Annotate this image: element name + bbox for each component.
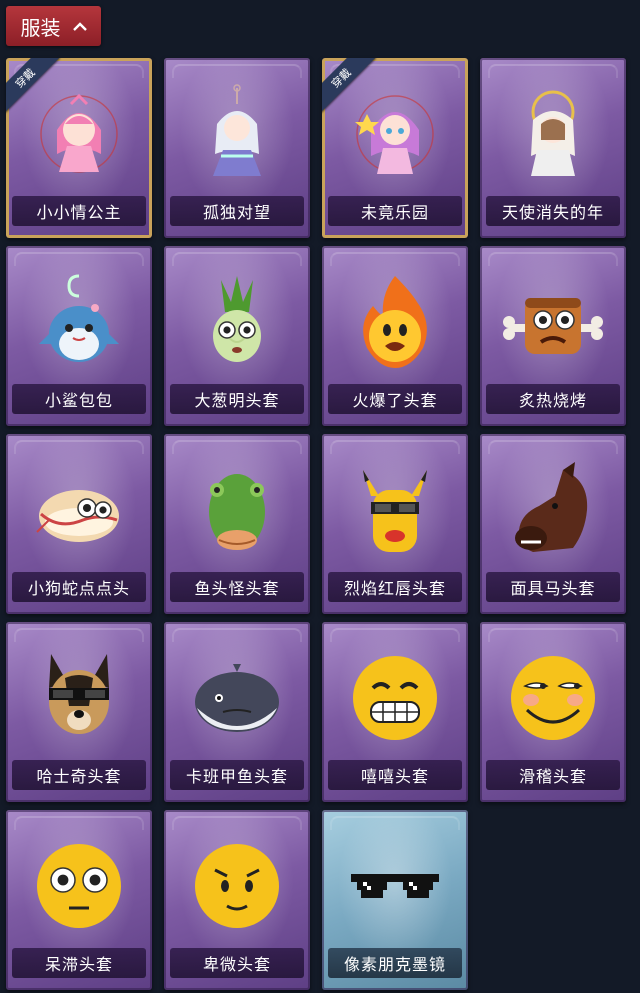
- outfit-item-name: 像素朋克墨镜: [328, 948, 462, 978]
- outfit-item-card[interactable]: 穿戴 未竟乐园: [322, 58, 468, 238]
- funny-emoji-icon: [480, 630, 626, 766]
- angel-veil-figure-icon: [480, 66, 626, 202]
- outfit-item-name: 孤独对望: [170, 196, 304, 226]
- outfit-item-name: 哈士奇头套: [12, 760, 146, 790]
- outfit-item-card[interactable]: 大葱明头套: [164, 246, 310, 426]
- outfit-item-card[interactable]: 嘻嘻头套: [322, 622, 468, 802]
- whale-head-icon: [164, 630, 310, 766]
- outfit-item-name: 小鲨包包: [12, 384, 146, 414]
- outfit-item-card[interactable]: 小鲨包包: [6, 246, 152, 426]
- item-grid: 穿戴 小小情公主 孤独对望 穿戴 未竟乐园 天使消失的年小鲨包包 大葱明头套 火爆了头套 炙热烧…: [6, 58, 626, 990]
- outfit-item-card[interactable]: 小狗蛇点点头: [6, 434, 152, 614]
- outfit-item-card[interactable]: 卡班甲鱼头套: [164, 622, 310, 802]
- outfit-item-card[interactable]: 呆滞头套: [6, 810, 152, 990]
- outfit-item-name: 鱼头怪头套: [170, 572, 304, 602]
- pink-princess-figure-icon: [6, 66, 152, 202]
- snake-head-icon: [6, 442, 152, 578]
- white-haired-figure-keychain-icon: [164, 66, 310, 202]
- outfit-item-card[interactable]: 烈焰红唇头套: [322, 434, 468, 614]
- outfit-item-name: 卑微头套: [170, 948, 304, 978]
- shark-bag-icon: [6, 254, 152, 390]
- outfit-item-name: 滑稽头套: [486, 760, 620, 790]
- outfit-item-card[interactable]: 面具马头套: [480, 434, 626, 614]
- green-onion-head-icon: [164, 254, 310, 390]
- humble-emoji-icon: [164, 818, 310, 954]
- outfit-category-label: 服装: [20, 15, 61, 40]
- outfit-item-name: 炙热烧烤: [486, 384, 620, 414]
- outfit-item-name: 天使消失的年: [486, 196, 620, 226]
- outfit-item-name: 嘻嘻头套: [328, 760, 462, 790]
- outfit-item-name: 未竟乐园: [328, 196, 462, 226]
- outfit-category-tab[interactable]: 服装: [6, 6, 101, 46]
- outfit-item-card[interactable]: 穿戴 小小情公主: [6, 58, 152, 238]
- outfit-item-name: 烈焰红唇头套: [328, 572, 462, 602]
- outfit-item-name: 火爆了头套: [328, 384, 462, 414]
- outfit-item-name: 呆滞头套: [12, 948, 146, 978]
- outfit-item-name: 小小情公主: [12, 196, 146, 226]
- outfit-item-card[interactable]: 孤独对望: [164, 58, 310, 238]
- pink-haired-figure-icon: [322, 66, 468, 202]
- outfit-item-name: 大葱明头套: [170, 384, 304, 414]
- outfit-item-name: 面具马头套: [486, 572, 620, 602]
- outfit-item-card[interactable]: 天使消失的年: [480, 58, 626, 238]
- fire-head-icon: [322, 254, 468, 390]
- horse-head-icon: [480, 442, 626, 578]
- yellow-mask-sunglasses-icon: [322, 442, 468, 578]
- outfit-item-name: 小狗蛇点点头: [12, 572, 146, 602]
- outfit-item-name: 卡班甲鱼头套: [170, 760, 304, 790]
- grin-emoji-icon: [322, 630, 468, 766]
- outfit-item-card[interactable]: 火爆了头套: [322, 246, 468, 426]
- pixel-sunglasses-icon: [322, 818, 468, 954]
- outfit-item-card[interactable]: 哈士奇头套: [6, 622, 152, 802]
- dog-head-sunglasses-icon: [6, 630, 152, 766]
- fish-head-icon: [164, 442, 310, 578]
- outfit-item-card[interactable]: 鱼头怪头套: [164, 434, 310, 614]
- outfit-item-card[interactable]: 炙热烧烤: [480, 246, 626, 426]
- outfit-item-card[interactable]: 滑稽头套: [480, 622, 626, 802]
- chevron-up-icon: [72, 21, 87, 31]
- outfit-item-card[interactable]: 卑微头套: [164, 810, 310, 990]
- grilled-meat-head-icon: [480, 254, 626, 390]
- outfit-item-card[interactable]: 像素朋克墨镜: [322, 810, 468, 990]
- stare-emoji-icon: [6, 818, 152, 954]
